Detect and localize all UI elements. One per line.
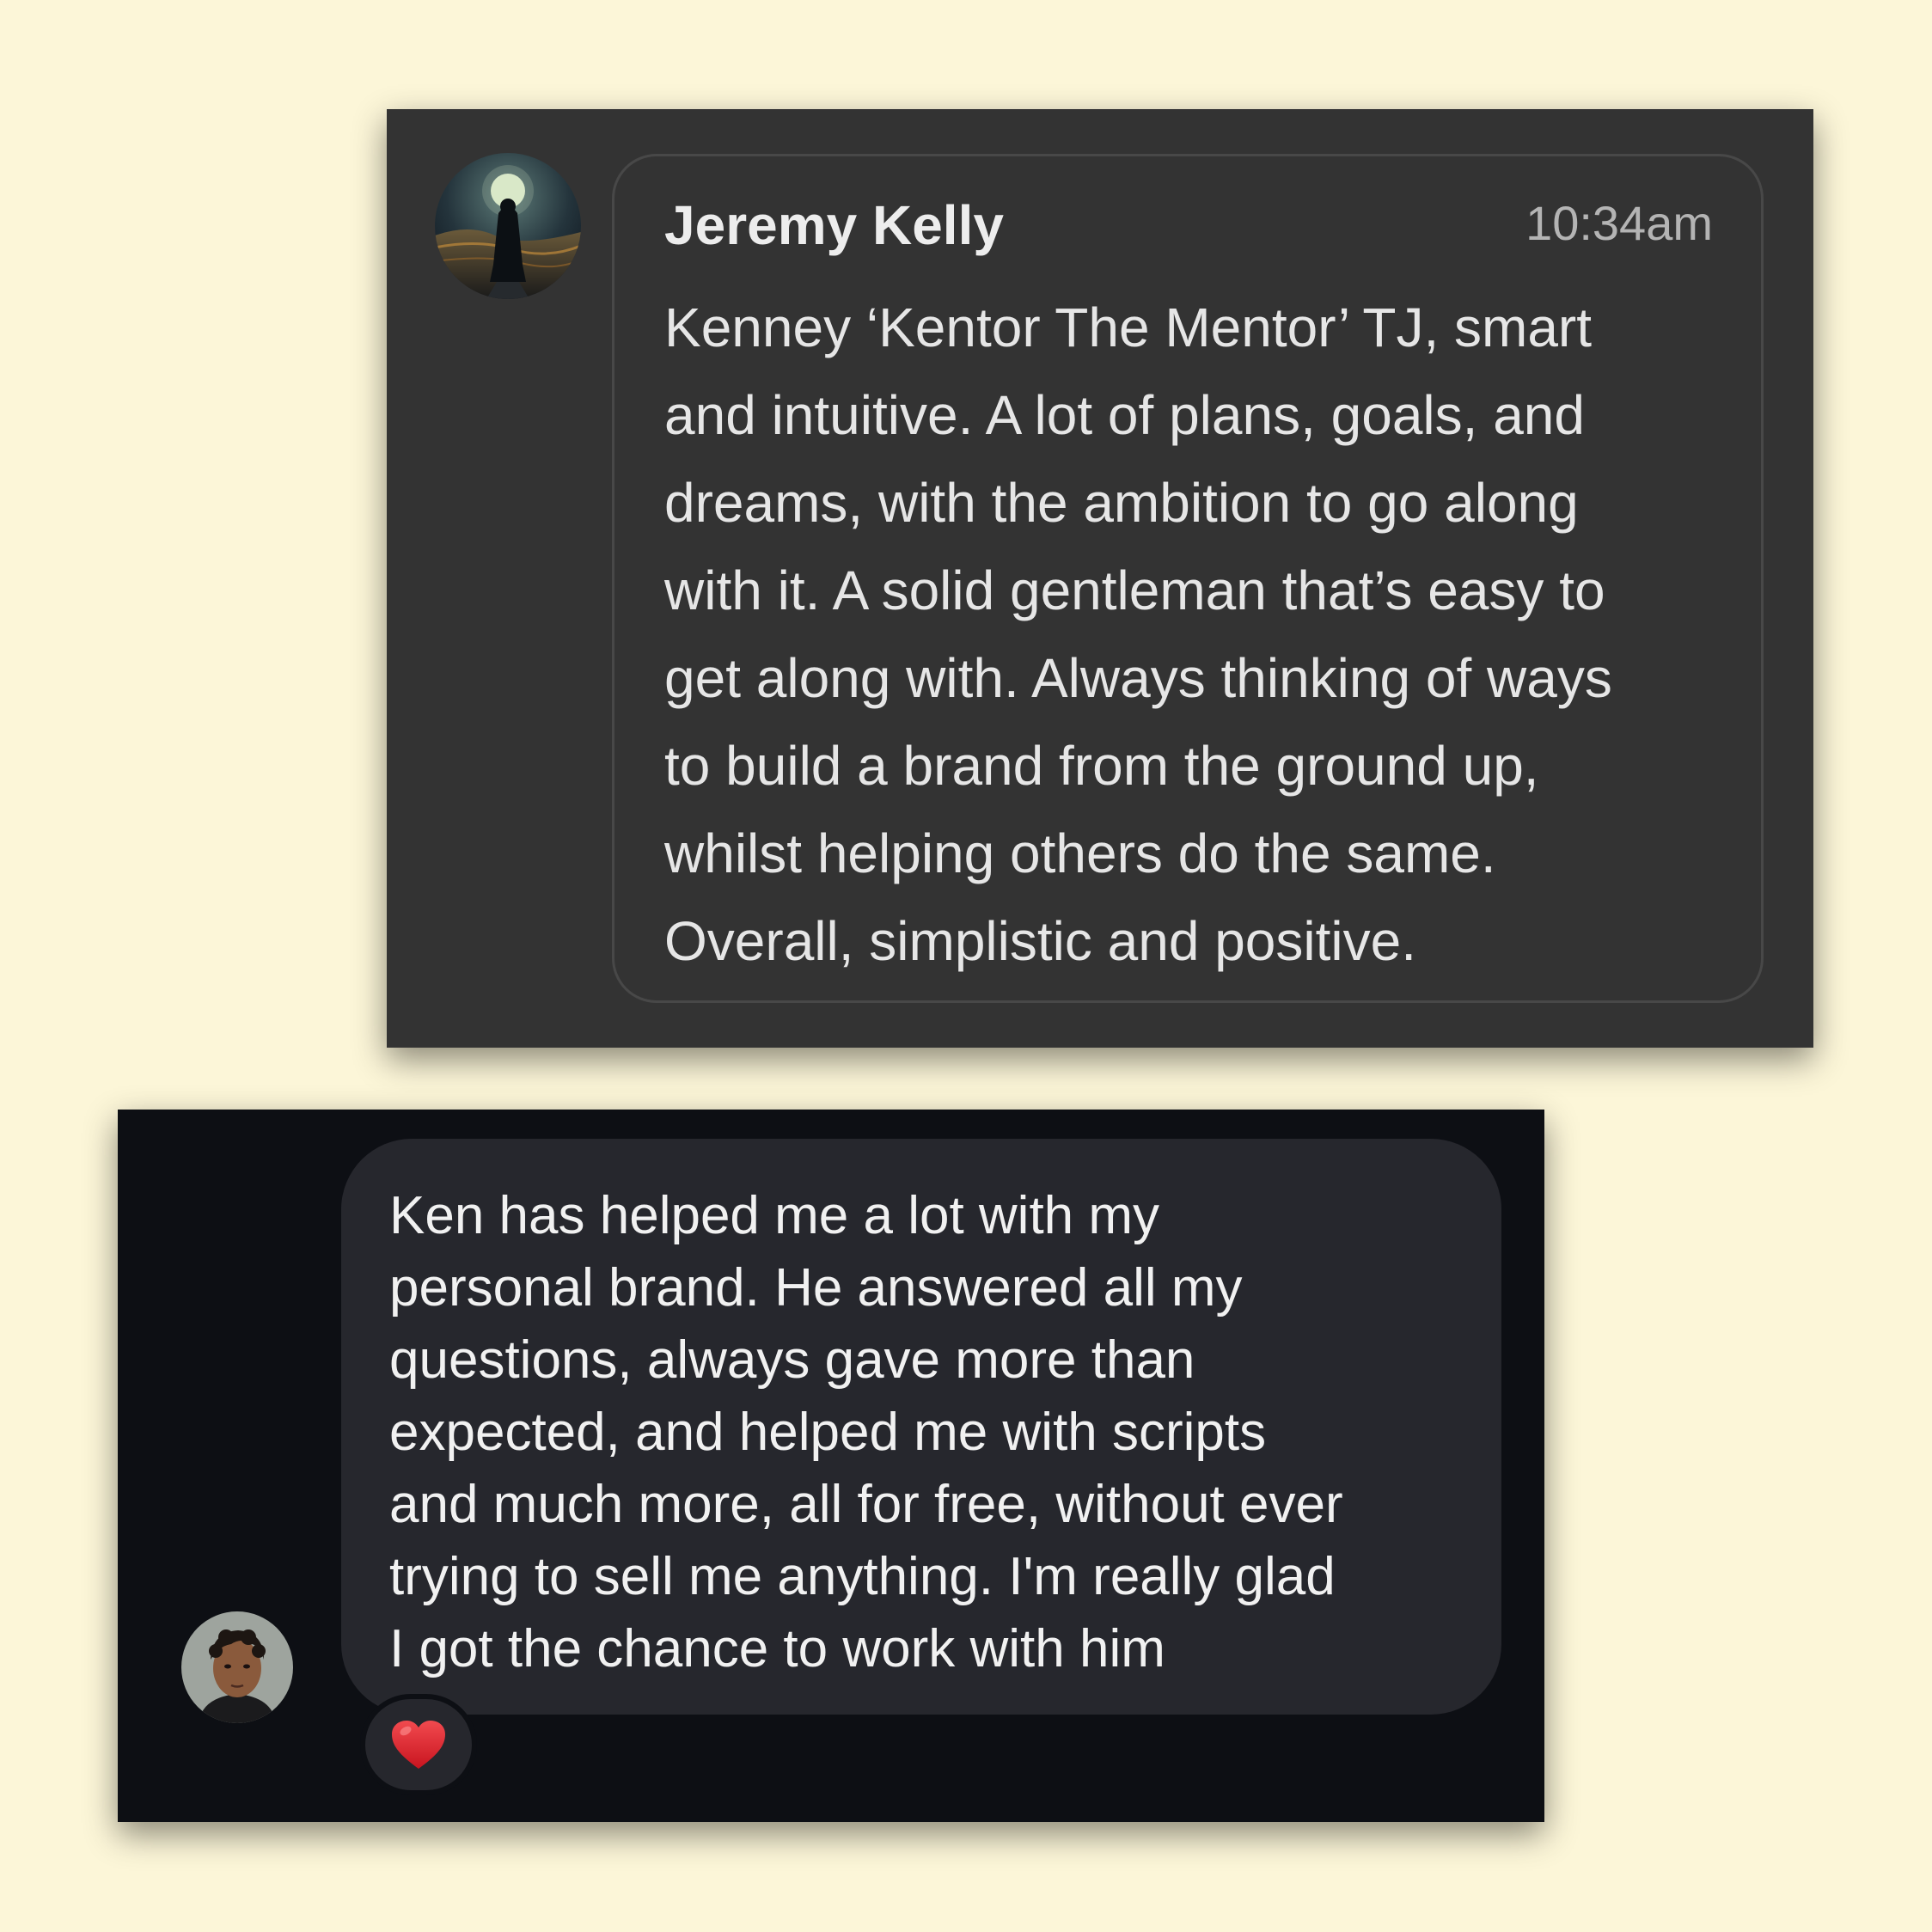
message-bubble-dm: Ken has helped me a lot with my personal… — [341, 1139, 1501, 1715]
message-line: and much more, all for free, without eve… — [389, 1475, 1343, 1534]
message-line: Kenney ‘Kentor The Mentor’ TJ, smart — [664, 297, 1592, 358]
message-timestamp: 10:34am — [1525, 196, 1713, 250]
hooded-figure-moon-avatar[interactable] — [435, 153, 581, 299]
message-line: personal brand. He answered all my — [389, 1258, 1243, 1318]
message-line: with it. A solid gentleman that’s easy t… — [664, 559, 1605, 621]
message-text: Ken has helped me a lot with my personal… — [389, 1180, 1472, 1685]
message-line: expected, and helped me with scripts — [389, 1403, 1267, 1462]
message-line: get along with. Always thinking of ways — [664, 647, 1612, 709]
message-line: trying to sell me anything. I'm really g… — [389, 1547, 1336, 1606]
message-line: to build a brand from the ground up, — [664, 735, 1539, 797]
message-line: I got the chance to work with him — [389, 1619, 1165, 1678]
person-portrait-avatar[interactable] — [181, 1611, 293, 1723]
testimonial-card-dm: Ken has helped me a lot with my personal… — [118, 1110, 1544, 1822]
message-line: dreams, with the ambition to go along — [664, 472, 1579, 534]
red-heart-icon — [392, 1721, 445, 1769]
message-text: Kenney ‘Kentor The Mentor’ TJ, smart and… — [664, 284, 1730, 985]
message-bubble-jeremy: Jeremy Kelly 10:34am Kenney ‘Kentor The … — [612, 154, 1764, 1003]
message-line: questions, always gave more than — [389, 1330, 1195, 1390]
testimonial-card-jeremy: Jeremy Kelly 10:34am Kenney ‘Kentor The … — [387, 109, 1813, 1048]
heart-reaction-badge[interactable] — [360, 1694, 477, 1795]
message-line: whilst helping others do the same. — [664, 822, 1496, 884]
sender-name[interactable]: Jeremy Kelly — [664, 198, 1004, 253]
message-line: Ken has helped me a lot with my — [389, 1186, 1160, 1245]
message-line: Overall, simplistic and positive. — [664, 910, 1416, 972]
message-line: and intuitive. A lot of plans, goals, an… — [664, 384, 1585, 446]
